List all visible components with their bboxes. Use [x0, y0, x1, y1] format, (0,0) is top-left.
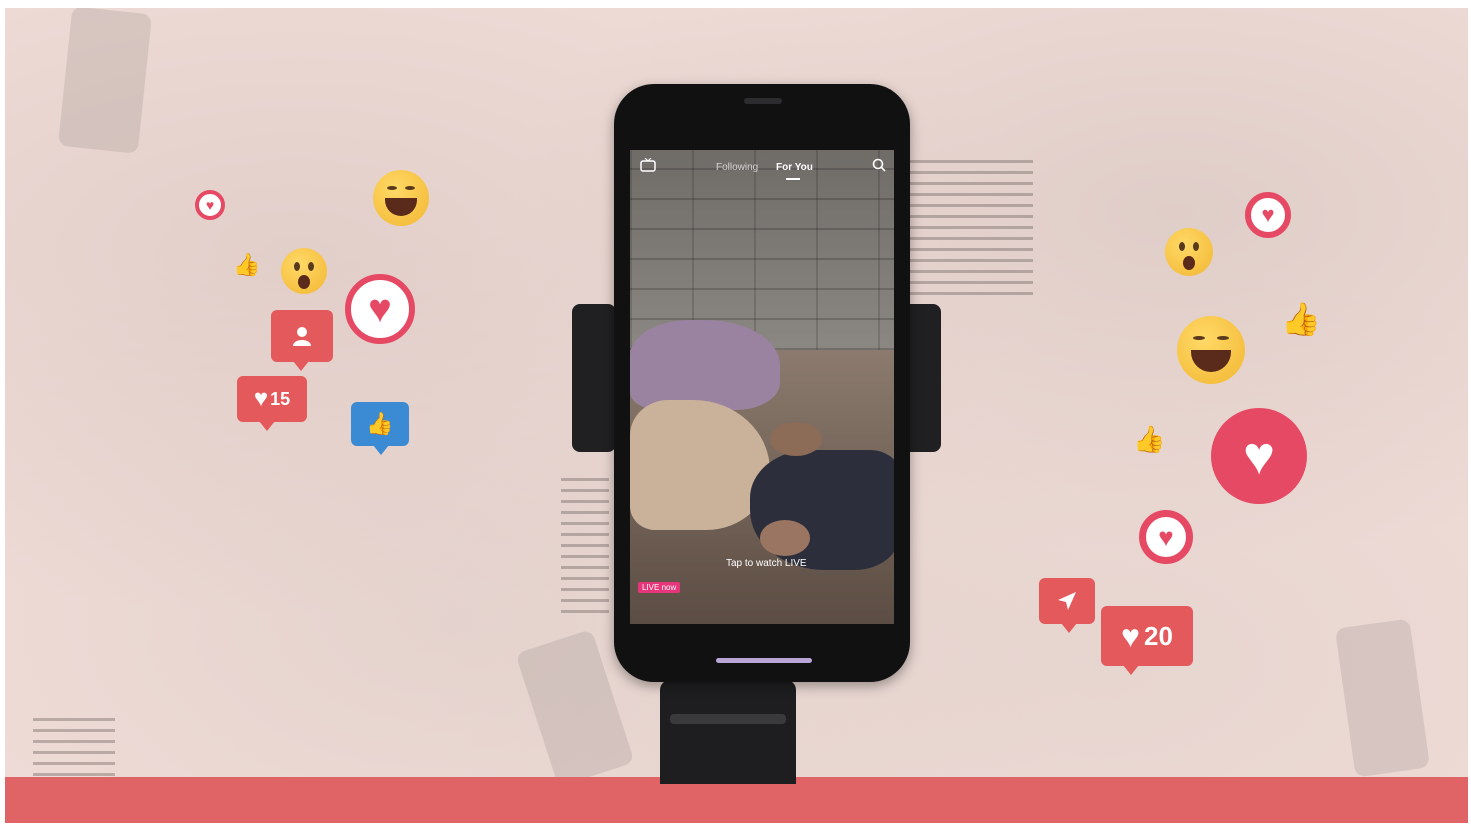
wow-emoji-icon	[281, 248, 327, 294]
like-count: 20	[1144, 620, 1173, 651]
like-thumb-icon: 👍	[1133, 424, 1166, 454]
active-tab-indicator	[786, 178, 800, 180]
tap-to-watch-live[interactable]: Tap to watch LIVE	[726, 558, 807, 569]
tab-following[interactable]: Following	[716, 162, 758, 173]
phone-speaker	[744, 98, 782, 104]
background-text-fragment	[561, 478, 609, 618]
share-notification-bubble	[1039, 578, 1095, 633]
tripod-stand	[660, 680, 796, 784]
like-thumb-icon: 👍	[233, 252, 261, 277]
live-tv-icon[interactable]	[640, 157, 656, 175]
tab-for-you[interactable]: For You	[776, 162, 813, 173]
video-scene-person	[770, 422, 822, 456]
heart-reaction-icon: ♥	[1211, 408, 1307, 504]
background-phone-silhouette	[1334, 618, 1431, 778]
like-notification-bubble: 👍	[351, 402, 409, 455]
thumbs-up-icon: 👍	[366, 411, 394, 436]
like-count-bubble: ♥ 20	[1101, 606, 1193, 675]
phone-holder-clamp-left	[572, 304, 616, 452]
heart-icon: ♥	[253, 385, 269, 412]
like-thumb-icon: 👍	[1281, 301, 1321, 337]
background-text-fragment	[909, 160, 1033, 300]
heart-reaction-icon: ♥	[195, 190, 225, 220]
phone-screen: Following For You Tap to watch LIVE LIVE…	[630, 150, 894, 624]
laughing-emoji-icon	[373, 170, 429, 226]
send-arrow-icon	[1058, 592, 1076, 610]
like-count-bubble: ♥ 15	[237, 376, 307, 431]
video-scene-blanket	[630, 320, 780, 410]
like-count: 15	[270, 388, 291, 409]
follower-notification-bubble	[271, 310, 333, 371]
video-scene-person	[760, 520, 810, 556]
wow-emoji-icon	[1165, 228, 1213, 276]
image-frame: Following For You Tap to watch LIVE LIVE…	[5, 8, 1468, 823]
background-phone-silhouette	[57, 8, 153, 154]
heart-reaction-icon: ♥	[1139, 510, 1193, 564]
home-indicator	[716, 658, 812, 663]
live-badge: LIVE now	[638, 582, 681, 593]
user-icon	[293, 327, 311, 346]
search-icon[interactable]	[872, 158, 886, 175]
heart-reaction-icon: ♥	[345, 274, 415, 344]
heart-reaction-icon: ♥	[1245, 192, 1291, 238]
smartphone: Following For You Tap to watch LIVE LIVE…	[614, 84, 910, 682]
heart-icon: ♥	[1121, 617, 1141, 654]
laughing-emoji-icon	[1177, 316, 1245, 384]
